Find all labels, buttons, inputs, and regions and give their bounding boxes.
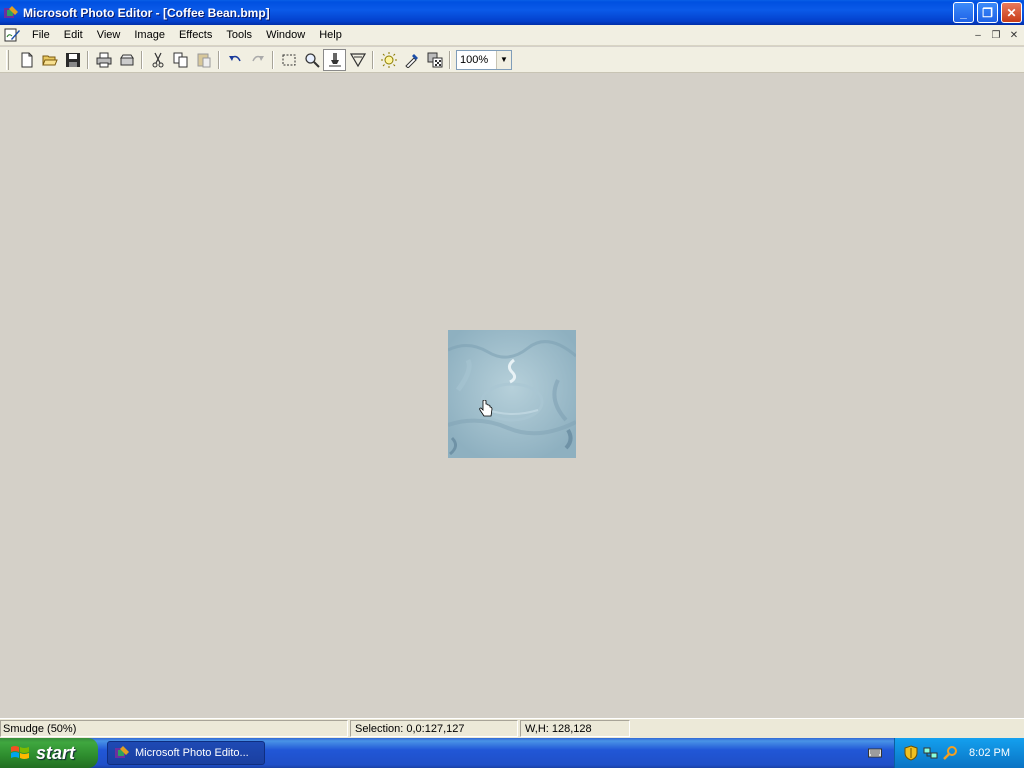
save-button[interactable] <box>61 49 84 71</box>
paste-button[interactable] <box>192 49 215 71</box>
eyedropper-button[interactable] <box>400 49 423 71</box>
hand-cursor-icon <box>479 400 493 417</box>
new-icon <box>21 52 32 67</box>
minimize-button[interactable]: _ <box>953 2 974 23</box>
smudge-button[interactable] <box>323 48 346 71</box>
undo-button[interactable] <box>223 49 246 71</box>
workspace[interactable] <box>0 74 1024 718</box>
close-icon: ✕ <box>1009 29 1019 41</box>
photo-editor-app-icon <box>115 746 129 758</box>
select-icon <box>282 54 295 65</box>
search-icon[interactable] <box>943 745 959 761</box>
start-label: start <box>36 742 76 763</box>
zoom-combo[interactable]: 100% ▼ <box>456 49 512 70</box>
taskbar: start Microsoft Photo Edito... 8:02 PM <box>0 738 1024 768</box>
toolbar-separator <box>218 50 220 69</box>
toolbar-separator <box>449 50 451 69</box>
save-icon <box>65 52 80 67</box>
security-shield-icon[interactable] <box>903 745 919 761</box>
select-button[interactable] <box>277 49 300 71</box>
zoom-icon <box>304 52 320 68</box>
restore-icon: ❐ <box>991 29 1001 41</box>
redo-button[interactable] <box>246 49 269 71</box>
minimize-icon: – <box>975 29 981 41</box>
cut-icon <box>152 52 163 67</box>
image-canvas[interactable] <box>448 330 576 458</box>
coffee-bean-image <box>448 330 576 458</box>
toolbar-separator <box>272 50 274 69</box>
paste-icon <box>197 53 210 67</box>
menu-help[interactable]: Help <box>312 27 349 43</box>
doc-minimize-button[interactable]: – <box>970 28 986 42</box>
close-icon: ✕ <box>1006 5 1017 20</box>
network-icon[interactable] <box>923 745 939 761</box>
toolbar: 100% ▼ <box>0 47 1024 73</box>
zoom-button[interactable] <box>300 49 323 71</box>
menu-effects[interactable]: Effects <box>172 27 219 43</box>
maximize-button[interactable]: ❐ <box>977 2 998 23</box>
menu-bar: File Edit View Image Effects Tools Windo… <box>0 25 1024 46</box>
balance-icon <box>380 51 397 68</box>
smudge-icon <box>328 52 341 66</box>
status-bar: Smudge (50%) Selection: 0,0:127,127 W,H:… <box>0 718 1024 738</box>
transparency-icon <box>427 52 442 67</box>
menu-edit[interactable]: Edit <box>57 27 90 43</box>
menu-view[interactable]: View <box>90 27 128 43</box>
toolbar-grip[interactable] <box>6 49 9 70</box>
cut-button[interactable] <box>146 49 169 71</box>
balance-button[interactable] <box>377 49 400 71</box>
toolbar-separator <box>87 50 89 69</box>
open-icon <box>41 55 58 65</box>
zoom-value[interactable]: 100% <box>457 54 496 66</box>
eyedropper-icon <box>404 53 418 68</box>
print-icon <box>96 52 111 67</box>
print-button[interactable] <box>92 49 115 71</box>
copy-button[interactable] <box>169 49 192 71</box>
doc-restore-button[interactable]: ❐ <box>988 28 1004 42</box>
sharpen-button[interactable] <box>346 49 369 71</box>
toolbar-separator <box>141 50 143 69</box>
document-icon[interactable] <box>3 27 21 43</box>
close-button[interactable]: ✕ <box>1001 2 1022 23</box>
menu-window[interactable]: Window <box>259 27 312 43</box>
transparency-button[interactable] <box>423 49 446 71</box>
status-selection: Selection: 0,0:127,127 <box>350 720 518 737</box>
maximize-icon: ❐ <box>982 5 993 20</box>
open-button[interactable] <box>38 49 61 71</box>
new-button[interactable] <box>15 49 38 71</box>
title-bar[interactable]: Microsoft Photo Editor - [Coffee Bean.bm… <box>0 0 1024 25</box>
taskbar-item-photo-editor[interactable]: Microsoft Photo Edito... <box>107 741 265 765</box>
undo-icon <box>228 55 241 61</box>
minimize-icon: _ <box>960 5 967 20</box>
doc-close-button[interactable]: ✕ <box>1006 28 1022 42</box>
sharpen-icon <box>349 52 366 67</box>
clock[interactable]: 8:02 PM <box>969 747 1010 759</box>
redo-icon <box>251 55 264 61</box>
system-tray: 8:02 PM <box>894 738 1024 768</box>
status-tool: Smudge (50%) <box>0 720 348 737</box>
scan-button[interactable] <box>115 49 138 71</box>
windows-flag-icon <box>11 746 29 759</box>
window-title: Microsoft Photo Editor - [Coffee Bean.bm… <box>23 5 270 20</box>
status-size: W,H: 128,128 <box>520 720 630 737</box>
menu-tools[interactable]: Tools <box>219 27 259 43</box>
copy-icon <box>173 52 187 67</box>
start-button[interactable]: start <box>0 738 98 768</box>
taskbar-item-label: Microsoft Photo Edito... <box>135 747 249 759</box>
scan-icon <box>119 54 134 65</box>
menu-file[interactable]: File <box>25 27 57 43</box>
photo-editor-app-icon[interactable] <box>3 5 19 21</box>
menu-image[interactable]: Image <box>127 27 172 43</box>
keyboard-icon[interactable] <box>868 747 882 759</box>
chevron-down-icon[interactable]: ▼ <box>496 50 511 69</box>
toolbar-separator <box>372 50 374 69</box>
